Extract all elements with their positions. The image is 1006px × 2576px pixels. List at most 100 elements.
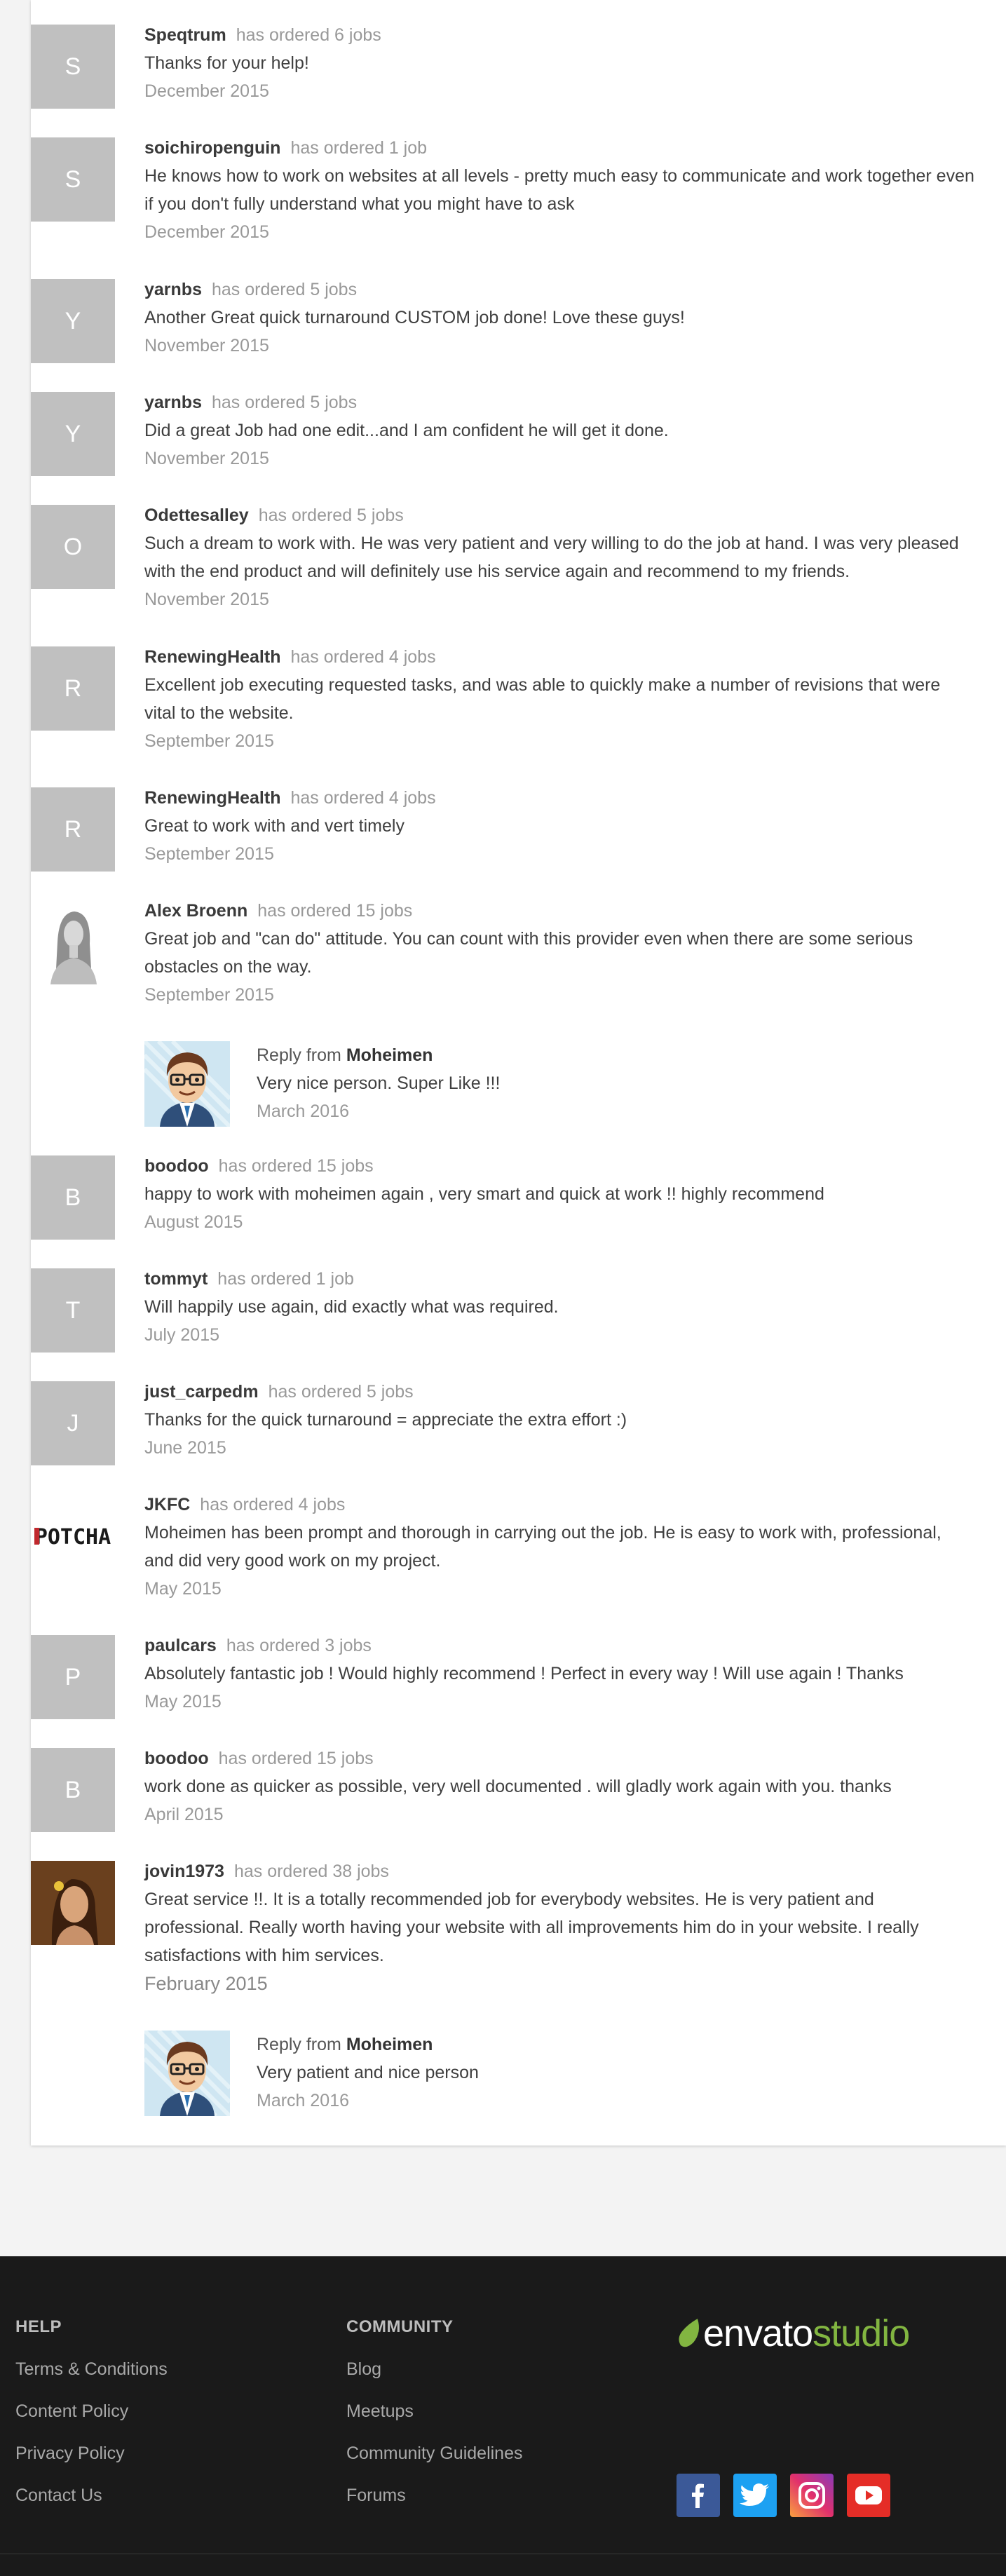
reply-text: Very nice person. Super Like !!! [257,1073,501,1093]
footer-community-column: COMMUNITY Blog Meetups Community Guideli… [346,2317,523,2506]
order-count: has ordered 15 jobs [218,1156,374,1176]
order-count: has ordered 38 jobs [233,1862,389,1881]
logo-text-envato: envato [703,2312,813,2354]
review-date: July 2015 [144,1325,220,1345]
order-count: has ordered 4 jobs [290,647,436,667]
footer-heading-help: HELP [15,2317,62,2336]
footer-link-content-policy[interactable]: Content Policy [15,2401,168,2422]
youtube-icon[interactable] [847,2474,890,2517]
order-count: has ordered 5 jobs [211,280,358,299]
reviewer-name[interactable]: jovin1973 [144,1862,224,1881]
footer-link-contact-us[interactable]: Contact Us [15,2485,168,2506]
reviewer-name[interactable]: RenewingHealth [144,788,280,808]
order-count: has ordered 1 job [290,138,428,158]
order-count: has ordered 4 jobs [290,788,436,808]
review-text: Did a great Job had one edit...and I am … [144,421,669,440]
avatar: J [31,1381,115,1465]
review-text: Great service !!. It is a totally recomm… [144,1890,919,1965]
avatar: S [31,25,115,109]
review-date: November 2015 [144,590,269,609]
seller-avatar [142,2028,232,2118]
seller-avatar [142,1039,232,1129]
review-text: Will happily use again, did exactly what… [144,1297,559,1317]
review-date: September 2015 [144,985,274,1005]
review-date: February 2015 [144,1973,268,1994]
reply-author[interactable]: Moheimen [346,1045,433,1065]
avatar: O [31,505,115,589]
footer-link-privacy-policy[interactable]: Privacy Policy [15,2443,168,2464]
review-date: May 2015 [144,1692,222,1711]
facebook-icon[interactable] [677,2474,720,2517]
review-date: April 2015 [144,1805,224,1824]
logo-text: POTCHA [35,1525,111,1550]
review-text: Such a dream to work with. He was very p… [144,534,959,581]
reviewer-name[interactable]: soichiropenguin [144,138,280,158]
avatar [31,1861,115,1945]
footer-link-community-guidelines[interactable]: Community Guidelines [346,2443,523,2464]
order-count: has ordered 5 jobs [268,1382,414,1402]
review-text: He knows how to work on websites at all … [144,166,974,214]
review-date: September 2015 [144,731,274,751]
reviewer-name[interactable]: paulcars [144,1636,217,1655]
order-count: has ordered 1 job [217,1269,354,1289]
cartoon-avatar-icon [142,2028,232,2118]
review-text: Moheimen has been prompt and thorough in… [144,1523,942,1571]
site-footer: HELP Terms & Conditions Content Policy P… [0,2256,1006,2576]
review-date: August 2015 [144,1212,243,1232]
avatar: R [31,646,115,731]
reviewer-name[interactable]: JKFC [144,1495,190,1514]
avatar: R [31,787,115,872]
reviewer-name[interactable]: boodoo [144,1156,209,1176]
review-text: Thanks for the quick turnaround = apprec… [144,1410,627,1430]
review-date: November 2015 [144,336,269,355]
reply-prefix: Reply from [257,1045,341,1065]
reviewer-name[interactable]: yarnbs [144,393,202,412]
instagram-icon[interactable] [790,2474,834,2517]
review-date: May 2015 [144,1579,222,1599]
order-count: has ordered 5 jobs [258,506,404,525]
reviewer-name[interactable]: tommyt [144,1269,208,1289]
avatar: T [31,1268,115,1353]
avatar: POTCHA [31,1494,115,1578]
user-photo-icon [31,900,115,984]
company-logo: POTCHA [31,1494,115,1578]
reply-date: March 2016 [257,2091,350,2110]
reviewer-name[interactable]: Odettesalley [144,506,249,525]
footer-link-blog[interactable]: Blog [346,2359,523,2380]
footer-link-terms[interactable]: Terms & Conditions [15,2359,168,2380]
order-count: has ordered 15 jobs [257,901,413,921]
reviewer-name[interactable]: yarnbs [144,280,202,299]
footer-link-meetups[interactable]: Meetups [346,2401,523,2422]
review-date: September 2015 [144,844,274,864]
order-count: has ordered 6 jobs [236,25,381,45]
avatar: B [31,1155,115,1240]
leaf-icon [679,2319,699,2347]
reviewer-name[interactable]: Alex Broenn [144,901,247,921]
reviewer-name[interactable]: Speqtrum [144,25,226,45]
footer-link-forums[interactable]: Forums [346,2485,523,2506]
review-date: December 2015 [144,222,269,242]
avatar [31,900,115,984]
review-text: Absolutely fantastic job ! Would highly … [144,1664,904,1683]
user-photo-icon [31,1861,115,1945]
avatar: B [31,1748,115,1832]
avatar: Y [31,392,115,476]
reviewer-name[interactable]: just_carpedm [144,1382,259,1402]
reviewer-name[interactable]: RenewingHealth [144,647,280,667]
footer-heading-community: COMMUNITY [346,2317,454,2336]
order-count: has ordered 15 jobs [218,1749,374,1768]
review-text: work done as quicker as possible, very w… [144,1777,892,1796]
order-count: has ordered 3 jobs [226,1636,372,1655]
twitter-icon[interactable] [733,2474,777,2517]
reply-text: Very patient and nice person [257,2063,479,2082]
reviewer-name[interactable]: boodoo [144,1749,209,1768]
envato-studio-logo[interactable]: envatostudio [677,2312,910,2354]
avatar: S [31,137,115,222]
review-date: December 2015 [144,81,269,101]
review-date: June 2015 [144,1438,226,1458]
footer-help-column: HELP Terms & Conditions Content Policy P… [15,2317,168,2506]
logo-text-studio: studio [813,2312,910,2354]
reply-author[interactable]: Moheimen [346,2035,433,2054]
avatar: Y [31,279,115,363]
review-text: Thanks for your help! [144,53,309,73]
